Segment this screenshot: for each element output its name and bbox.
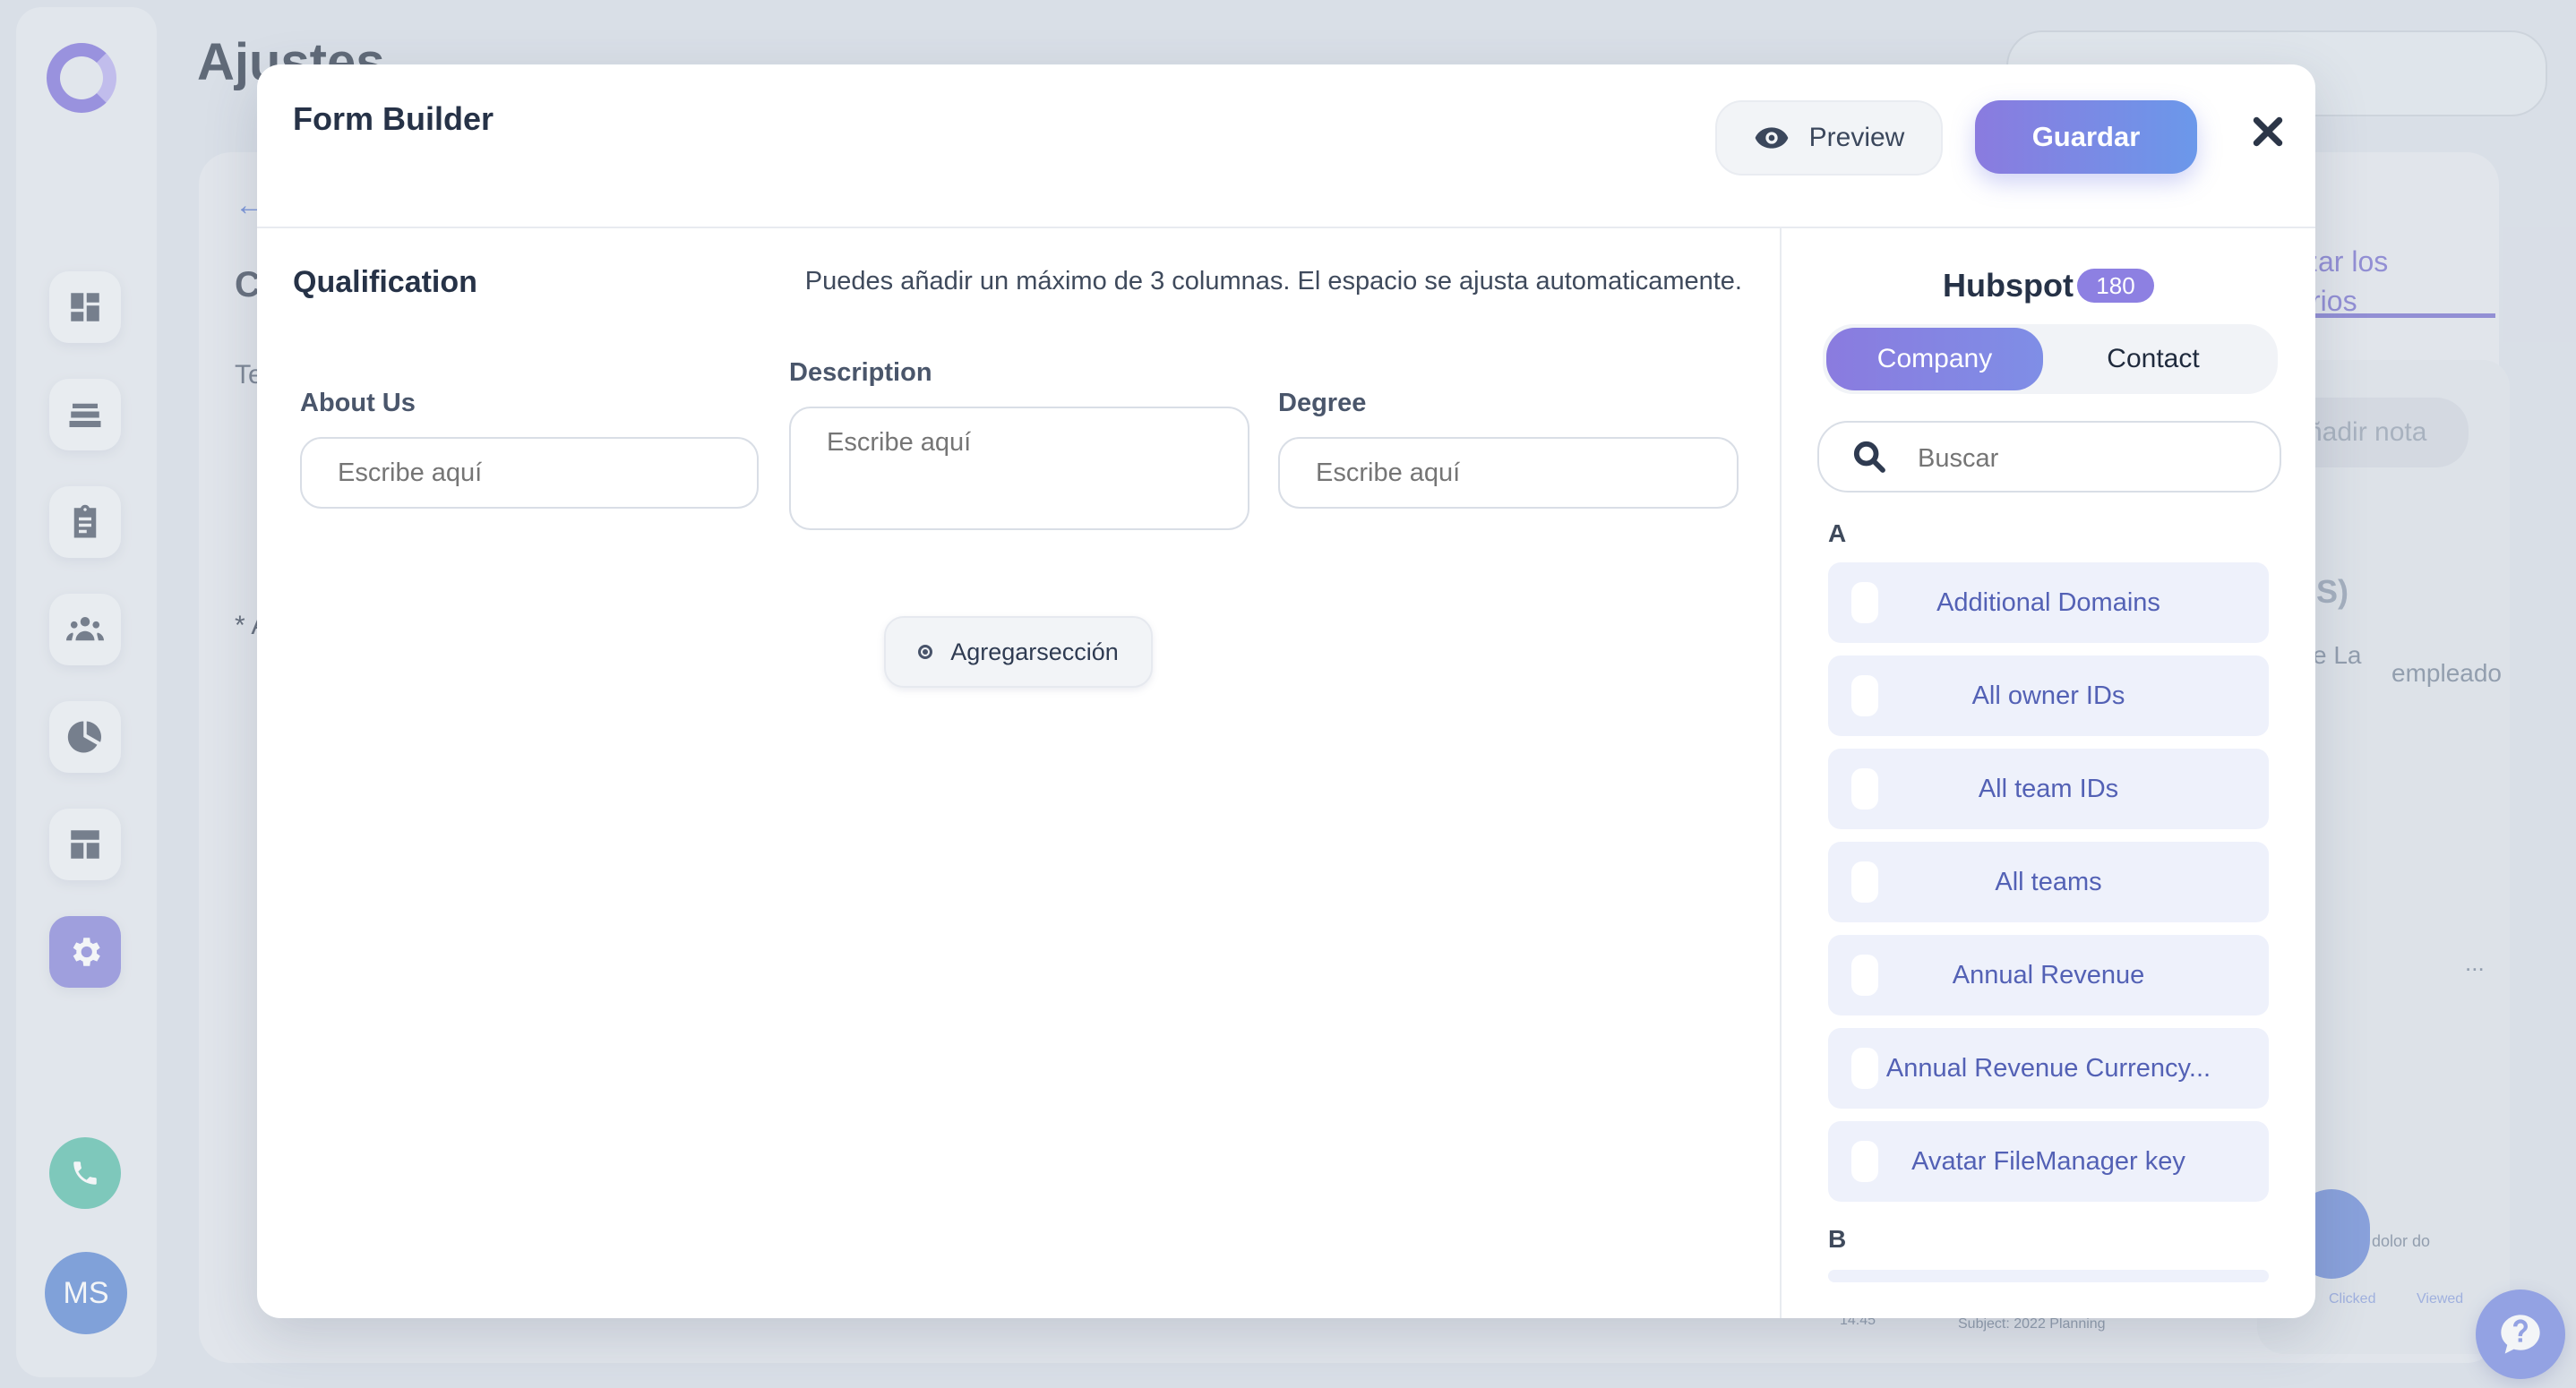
- property-item[interactable]: Additional Domains: [1828, 562, 2269, 643]
- property-label: All owner IDs: [1971, 681, 2125, 710]
- property-count-badge: 180: [2077, 269, 2154, 303]
- drag-handle-icon[interactable]: [1851, 955, 1878, 996]
- property-item[interactable]: All teams: [1828, 842, 2269, 922]
- eye-icon: [1755, 127, 1788, 149]
- preview-label: Preview: [1808, 123, 1905, 152]
- about-us-input[interactable]: [300, 437, 759, 509]
- group-letter-a: A: [1828, 519, 1847, 547]
- hubspot-title: Hubspot: [1943, 267, 2074, 304]
- property-label: Annual Revenue: [1952, 960, 2145, 990]
- property-label: All team IDs: [1978, 774, 2119, 803]
- property-label: Avatar FileManager key: [1911, 1146, 2185, 1176]
- add-circle-icon: [918, 645, 933, 659]
- modal-title: Form Builder: [293, 100, 494, 137]
- drag-handle-icon[interactable]: [1851, 861, 1878, 903]
- tab-company[interactable]: Company: [1826, 328, 2043, 390]
- add-section-label: Agregarsección: [950, 638, 1119, 665]
- search-icon: [1853, 441, 1885, 473]
- description-textarea[interactable]: [789, 407, 1249, 530]
- degree-input[interactable]: [1278, 437, 1739, 509]
- save-button[interactable]: Guardar: [1975, 100, 2197, 174]
- field-label-degree: Degree: [1278, 389, 1367, 417]
- property-item[interactable]: Avatar FileManager key: [1828, 1121, 2269, 1202]
- property-label: All teams: [1995, 867, 2102, 896]
- property-item[interactable]: Annual Revenue: [1828, 935, 2269, 1015]
- section-title: Qualification: [293, 265, 477, 299]
- drag-handle-icon[interactable]: [1851, 582, 1878, 623]
- property-search-input[interactable]: [1918, 439, 2258, 478]
- form-builder-modal: Form Builder Preview Guardar Qualificati…: [257, 64, 2315, 1318]
- property-item[interactable]: Annual Revenue Currency...: [1828, 1028, 2269, 1109]
- add-section-button[interactable]: Agregarsección: [884, 616, 1153, 688]
- property-item-partial[interactable]: [1828, 1270, 2269, 1282]
- close-button[interactable]: [2238, 102, 2297, 161]
- group-letter-b: B: [1828, 1225, 1847, 1253]
- preview-button[interactable]: Preview: [1715, 100, 1943, 176]
- object-type-toggle: Company Contact: [1823, 324, 2278, 394]
- property-search[interactable]: [1817, 421, 2281, 493]
- columns-hint: Puedes añadir un máximo de 3 columnas. E…: [804, 267, 1742, 296]
- property-item[interactable]: All owner IDs: [1828, 655, 2269, 736]
- property-item[interactable]: All team IDs: [1828, 749, 2269, 829]
- close-icon: [2253, 116, 2283, 147]
- property-label: Additional Domains: [1936, 587, 2160, 617]
- field-label-description: Description: [789, 358, 932, 387]
- drag-handle-icon[interactable]: [1851, 1048, 1878, 1089]
- drag-handle-icon[interactable]: [1851, 675, 1878, 716]
- property-label: Annual Revenue Currency...: [1885, 1053, 2211, 1083]
- tab-contact[interactable]: Contact: [2045, 328, 2262, 390]
- drag-handle-icon[interactable]: [1851, 1141, 1878, 1182]
- field-label-about-us: About Us: [300, 389, 416, 417]
- header-divider: [257, 227, 2315, 228]
- drag-handle-icon[interactable]: [1851, 768, 1878, 810]
- panel-divider: [1780, 227, 1782, 1318]
